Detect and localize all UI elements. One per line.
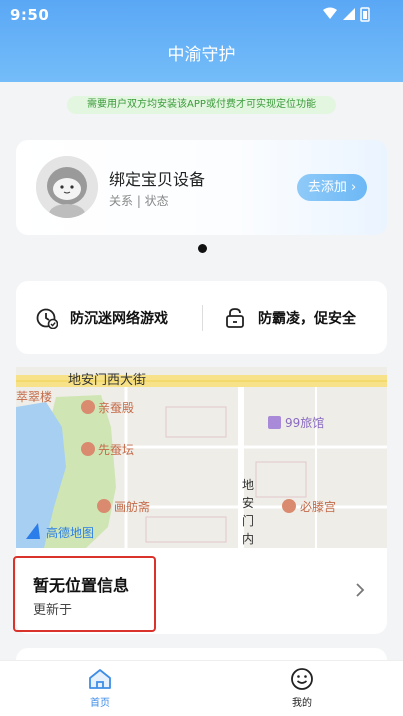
poi-pin-icon (97, 499, 111, 513)
poi-pin-icon (81, 400, 95, 414)
map-label-bitenggong: 必滕宫 (300, 499, 336, 514)
svg-text:内: 内 (242, 532, 254, 546)
feature-anti-bullying[interactable]: 防霸凌，促安全 (224, 281, 356, 354)
svg-text:安: 安 (242, 495, 254, 510)
location-notice: 需要用户双方均安装该APP或付费才可实现定位功能 (67, 96, 336, 114)
location-map[interactable]: 地安门西大街 萃翠楼 亲蚕殿 先蚕坛 画舫斋 99旅馆 必滕宫 地 安 门 内 … (16, 367, 387, 548)
map-canvas: 地安门西大街 萃翠楼 亲蚕殿 先蚕坛 画舫斋 99旅馆 必滕宫 地 安 门 内 … (16, 367, 387, 548)
chevron-right-icon[interactable] (354, 581, 366, 599)
status-time: 9:50 (10, 6, 50, 24)
smile-face-icon (291, 668, 313, 690)
wifi-icon (323, 7, 337, 19)
map-label-xiancantan: 先蚕坛 (98, 443, 134, 457)
feature-anti-addiction[interactable]: 防沉迷网络游戏 (36, 281, 168, 354)
lock-icon (226, 307, 244, 328)
avatar (36, 156, 98, 218)
map-label-qincandian: 亲蚕殿 (98, 401, 134, 415)
default-avatar-icon (36, 156, 98, 218)
tab-mine[interactable]: 我的 (272, 667, 332, 709)
location-updated: 更新于 (33, 603, 73, 618)
location-card[interactable]: 暂无位置信息 更新于 (13, 548, 387, 634)
map-label-hotel: 99旅馆 (285, 415, 324, 430)
map-label-cuicuilou: 萃翠楼 (16, 389, 52, 404)
tab-mine-label: 我的 (292, 698, 312, 709)
bind-device-card[interactable]: 绑定宝贝设备 关系 | 状态 去添加 › (16, 140, 387, 235)
bottom-tabbar: 首页 我的 (0, 660, 403, 716)
device-title: 绑定宝贝设备 (109, 170, 206, 189)
map-logo-text: 高德地图 (46, 525, 94, 540)
svg-text:门: 门 (242, 513, 254, 528)
carousel-dot (198, 244, 207, 253)
tab-home[interactable]: 首页 (70, 667, 130, 709)
feature-label: 防霸凌，促安全 (258, 310, 356, 327)
add-device-button[interactable]: 去添加 › (297, 174, 367, 201)
map-label-huafangzhai: 画舫斋 (114, 499, 150, 514)
poi-pin-icon (81, 442, 95, 456)
tab-home-label: 首页 (90, 698, 110, 709)
app-title: 中渝守护 (167, 45, 236, 65)
svg-text:地: 地 (242, 478, 254, 492)
home-icon (89, 669, 111, 689)
hotel-icon (268, 416, 281, 429)
clock-check-icon (36, 308, 58, 329)
status-icons (323, 7, 370, 22)
location-title: 暂无位置信息 (33, 576, 130, 595)
signal-icon (343, 8, 355, 20)
device-relation-status: 关系 | 状态 (109, 194, 169, 208)
feature-card: 防沉迷网络游戏 防霸凌，促安全 (16, 281, 387, 354)
header: 9:50 中渝守护 (0, 0, 403, 82)
map-label-street: 地安门西大街 (68, 373, 146, 388)
feature-label: 防沉迷网络游戏 (70, 310, 168, 327)
poi-pin-icon (282, 499, 296, 513)
divider (202, 305, 203, 331)
status-bar: 9:50 (0, 0, 403, 28)
